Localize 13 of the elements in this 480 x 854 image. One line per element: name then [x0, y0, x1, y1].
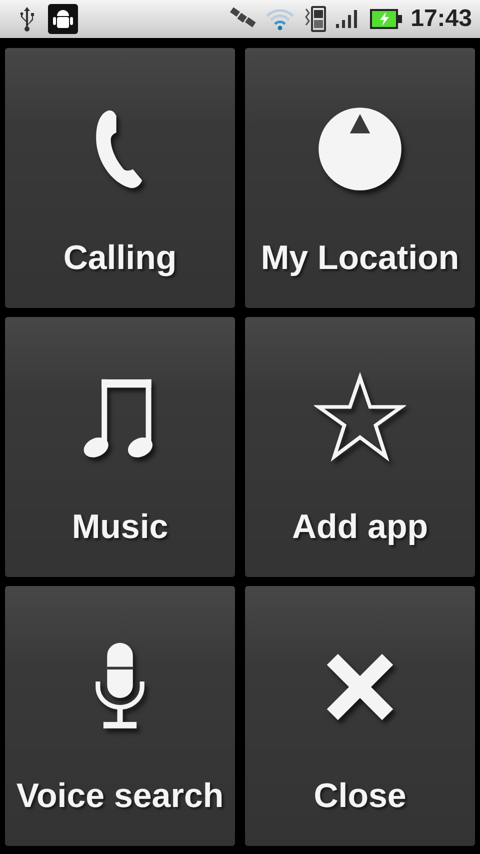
app-tile[interactable]: Add app: [245, 317, 475, 577]
star-icon: [314, 372, 406, 464]
app-tile[interactable]: Voice search: [5, 586, 235, 846]
battery-icon: [368, 8, 403, 30]
android-icon: [48, 4, 78, 34]
app-tile[interactable]: Close: [245, 586, 475, 846]
usb-icon: [18, 6, 36, 32]
app-tile[interactable]: My Location: [245, 48, 475, 308]
vibrate-icon: [302, 5, 327, 33]
wifi-icon: [264, 7, 295, 31]
app-tile[interactable]: Calling: [5, 48, 235, 308]
clock-time: 17:43: [410, 5, 472, 33]
app-tile[interactable]: Music: [5, 317, 235, 577]
